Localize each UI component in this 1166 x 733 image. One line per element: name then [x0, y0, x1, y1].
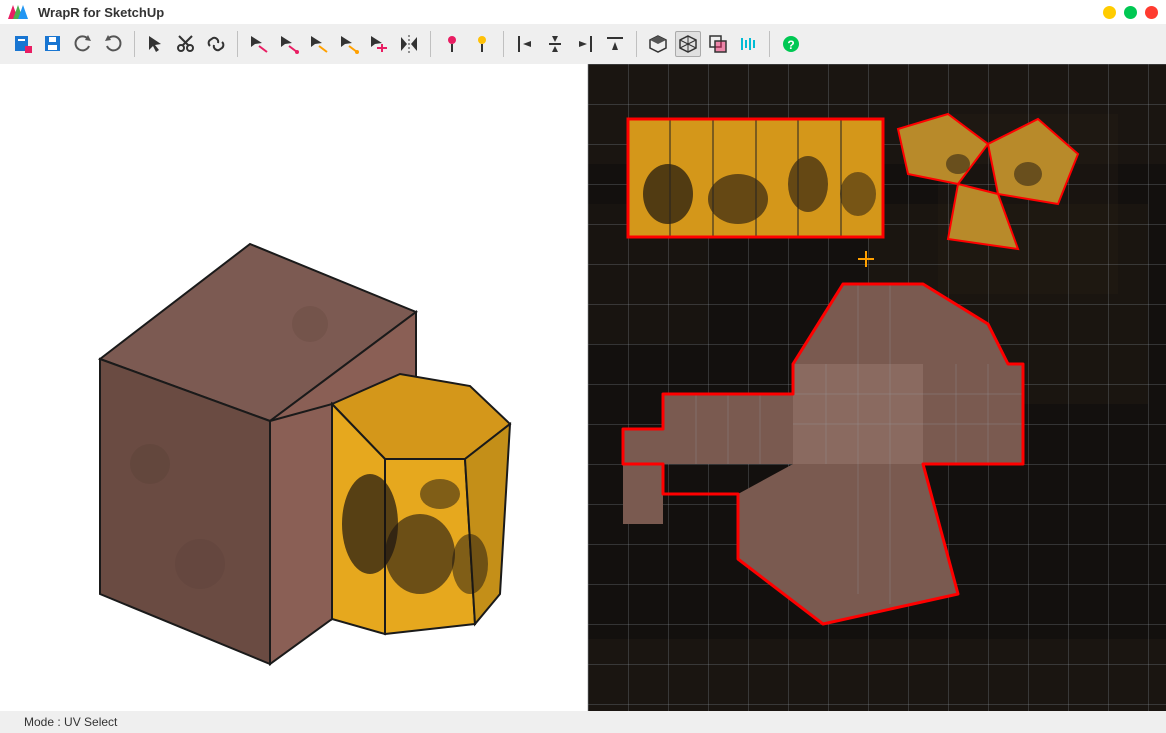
toolbar-separator	[636, 31, 637, 57]
edge-tool-1-button[interactable]	[246, 31, 272, 57]
undo-button[interactable]	[70, 31, 96, 57]
align-v-center-button[interactable]	[542, 31, 568, 57]
minimize-button[interactable]	[1103, 6, 1116, 19]
help-button[interactable]: ?	[778, 31, 804, 57]
uv-layout	[588, 64, 1166, 710]
shade-wire-button[interactable]	[675, 31, 701, 57]
statusbar: Mode : UV Select	[0, 711, 1166, 733]
edge-tool-4-button[interactable]	[336, 31, 362, 57]
toolbar-separator	[503, 31, 504, 57]
edge-tool-3-button[interactable]	[306, 31, 332, 57]
toolbar-separator	[769, 31, 770, 57]
viewport-uv[interactable]	[588, 64, 1166, 711]
overlap-check-button[interactable]	[705, 31, 731, 57]
pin-yellow-button[interactable]	[469, 31, 495, 57]
edge-tool-2-button[interactable]	[276, 31, 302, 57]
link-tool-button[interactable]	[203, 31, 229, 57]
app-title: WrapR for SketchUp	[38, 5, 164, 20]
titlebar: WrapR for SketchUp	[0, 0, 1166, 24]
align-top-button[interactable]	[602, 31, 628, 57]
save-file-button[interactable]	[40, 31, 66, 57]
close-button[interactable]	[1145, 6, 1158, 19]
statusbar-mode-value: UV Select	[64, 715, 117, 729]
uv-island-hex-caps[interactable]	[898, 114, 1078, 249]
align-left-button[interactable]	[512, 31, 538, 57]
open-file-button[interactable]	[10, 31, 36, 57]
toolbar-separator	[430, 31, 431, 57]
toolbar-separator	[134, 31, 135, 57]
svg-text:?: ?	[787, 38, 794, 52]
maximize-button[interactable]	[1124, 6, 1137, 19]
select-tool-button[interactable]	[143, 31, 169, 57]
align-right-button[interactable]	[572, 31, 598, 57]
app-logo-icon	[8, 5, 30, 19]
object-hex-prism	[332, 374, 510, 634]
statusbar-mode-label: Mode :	[24, 715, 61, 729]
redo-button[interactable]	[100, 31, 126, 57]
cut-tool-button[interactable]	[173, 31, 199, 57]
toolbar: ?	[0, 24, 1166, 64]
uv-cursor-icon	[858, 251, 874, 267]
uv-island-hex-strip[interactable]	[628, 119, 883, 237]
uv-island-box-unfold[interactable]	[623, 279, 1023, 624]
window-controls	[1103, 6, 1158, 19]
shade-solid-button[interactable]	[645, 31, 671, 57]
scene-3d	[0, 64, 588, 710]
pin-magenta-button[interactable]	[439, 31, 465, 57]
stretch-tool-button[interactable]	[735, 31, 761, 57]
main-split	[0, 64, 1166, 711]
mirror-tool-button[interactable]	[396, 31, 422, 57]
viewport-3d[interactable]	[0, 64, 588, 711]
edge-tool-5-button[interactable]	[366, 31, 392, 57]
toolbar-separator	[237, 31, 238, 57]
